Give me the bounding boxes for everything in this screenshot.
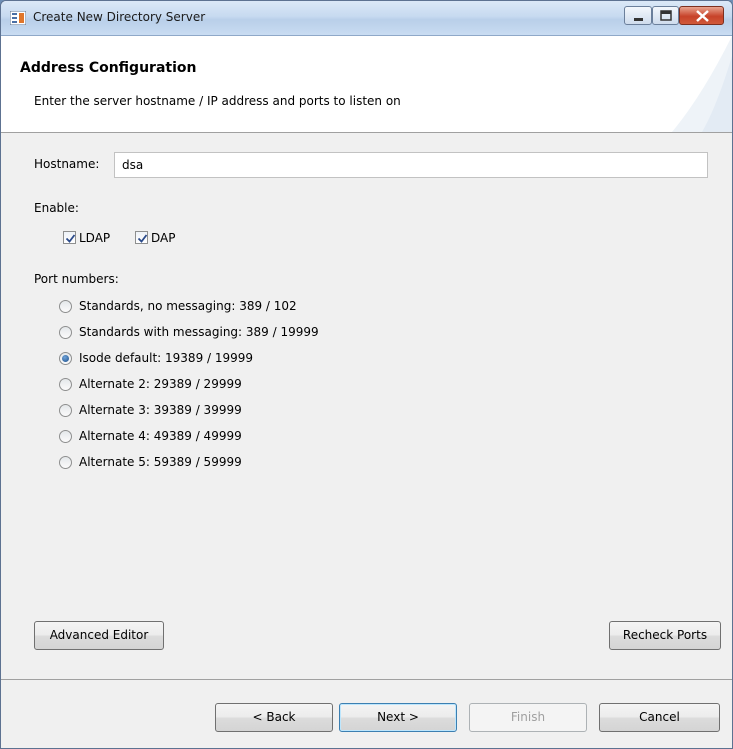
dap-checkbox[interactable]: [135, 231, 148, 244]
next-button[interactable]: Next >: [339, 703, 457, 732]
advanced-editor-button[interactable]: Advanced Editor: [34, 621, 164, 650]
radio-button[interactable]: [59, 300, 72, 313]
radio-label[interactable]: Alternate 3: 39389 / 39999: [79, 403, 242, 417]
wizard-window: Create New Directory Server Address Conf…: [0, 0, 733, 749]
maximize-icon: [660, 10, 672, 21]
banner-decoration: [672, 36, 732, 132]
cancel-button[interactable]: Cancel: [599, 703, 720, 732]
page-title: Address Configuration: [20, 60, 197, 76]
enable-label: Enable:: [34, 201, 79, 215]
radio-button[interactable]: [59, 404, 72, 417]
back-button[interactable]: < Back: [215, 703, 333, 732]
checkmark-icon: [137, 234, 148, 243]
radio-button[interactable]: [59, 326, 72, 339]
radio-label[interactable]: Standards with messaging: 389 / 19999: [79, 325, 319, 339]
close-icon: [696, 10, 709, 22]
wizard-banner: Address Configuration Enter the server h…: [1, 36, 732, 133]
dap-label[interactable]: DAP: [151, 231, 175, 245]
finish-button: Finish: [469, 703, 587, 732]
form-content: Hostname: Enable: LDAP DAP Port numbers:…: [1, 133, 732, 678]
ldap-label[interactable]: LDAP: [79, 231, 110, 245]
radio-label[interactable]: Alternate 4: 49389 / 49999: [79, 429, 242, 443]
wizard-footer: < Back Next > Finish Cancel: [1, 679, 732, 748]
radio-label[interactable]: Isode default: 19389 / 19999: [79, 351, 253, 365]
hostname-input[interactable]: [114, 152, 708, 178]
maximize-button[interactable]: [652, 6, 679, 25]
checkmark-icon: [65, 234, 76, 243]
radio-button-selected[interactable]: [59, 352, 72, 365]
minimize-icon: [634, 18, 643, 21]
radio-button[interactable]: [59, 378, 72, 391]
close-button[interactable]: [679, 6, 724, 25]
radio-button[interactable]: [59, 456, 72, 469]
recheck-ports-button[interactable]: Recheck Ports: [609, 621, 721, 650]
window-title: Create New Directory Server: [33, 10, 206, 24]
ldap-checkbox[interactable]: [63, 231, 76, 244]
radio-label[interactable]: Alternate 5: 59389 / 59999: [79, 455, 242, 469]
radio-label[interactable]: Standards, no messaging: 389 / 102: [79, 299, 297, 313]
hostname-label: Hostname:: [34, 157, 100, 171]
port-numbers-label: Port numbers:: [34, 272, 119, 286]
radio-label[interactable]: Alternate 2: 29389 / 29999: [79, 377, 242, 391]
title-bar[interactable]: Create New Directory Server: [1, 1, 732, 36]
radio-button[interactable]: [59, 430, 72, 443]
minimize-button[interactable]: [624, 6, 652, 25]
page-description: Enter the server hostname / IP address a…: [34, 94, 401, 108]
app-icon: [10, 11, 26, 25]
